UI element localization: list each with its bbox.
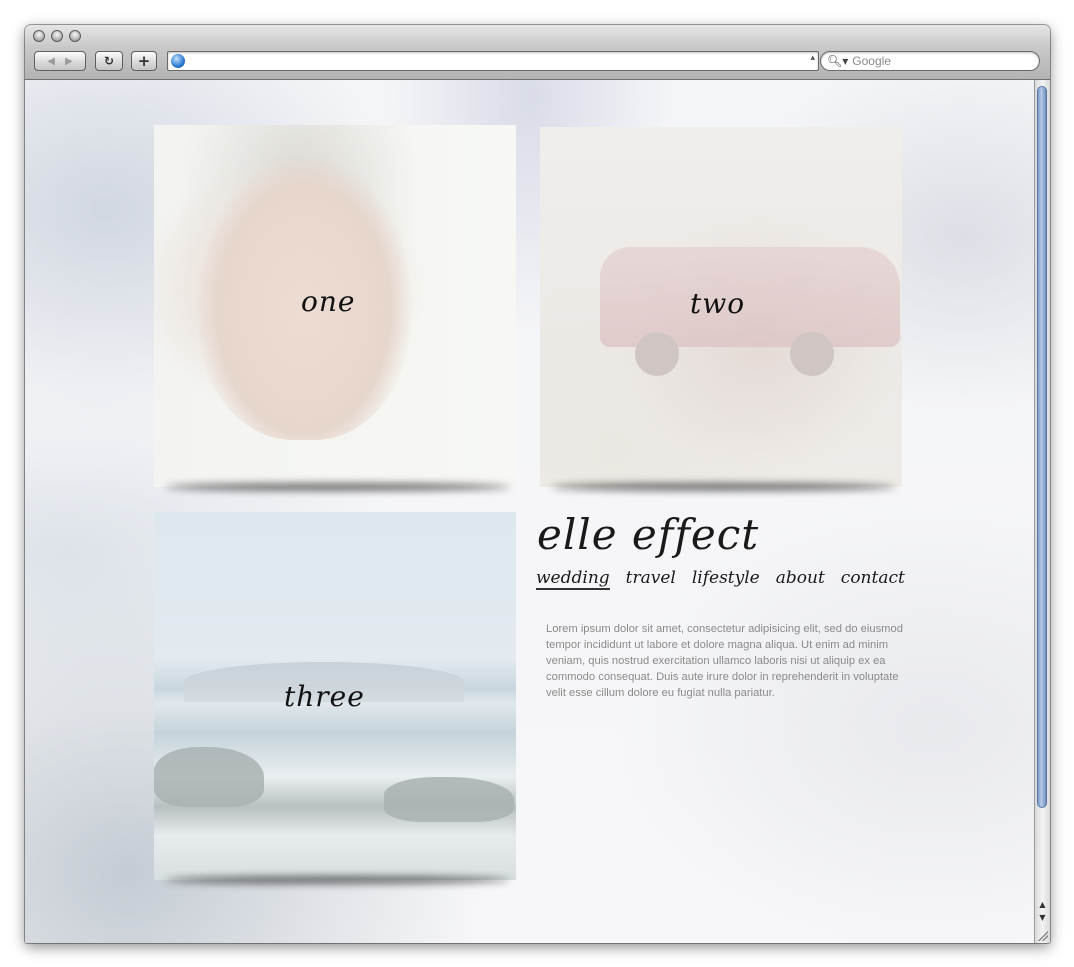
- search-icon[interactable]: 🔍︎▾: [827, 54, 848, 68]
- add-bookmark-button[interactable]: +: [131, 51, 157, 71]
- browser-toolbar: ◀ ▶ ↻ + ▴ 🔍︎▾ Google: [25, 25, 1050, 80]
- rock-shape: [154, 747, 264, 807]
- intro-paragraph: Lorem ipsum dolor sit amet, consectetur …: [546, 623, 903, 700]
- scroll-thumb[interactable]: [1037, 86, 1047, 808]
- car-wheel: [635, 332, 679, 376]
- back-arrow-icon[interactable]: ◀: [47, 56, 55, 67]
- nav-wedding[interactable]: wedding: [536, 568, 610, 590]
- minimize-window-button[interactable]: [51, 30, 63, 42]
- nav-contact[interactable]: contact: [841, 568, 905, 590]
- rock-shape: [384, 777, 514, 822]
- reload-button[interactable]: ↻: [95, 51, 123, 71]
- back-forward-buttons[interactable]: ◀ ▶: [34, 51, 86, 71]
- vertical-scrollbar[interactable]: ▲ ▼: [1034, 80, 1050, 943]
- car-photo: [600, 247, 900, 347]
- zoom-window-button[interactable]: [69, 30, 81, 42]
- tile-label-two: two: [690, 287, 746, 320]
- tile-label-three: three: [284, 680, 365, 713]
- search-placeholder[interactable]: Google: [852, 54, 891, 68]
- tile-label-one: one: [301, 285, 356, 318]
- globe-icon: [171, 54, 185, 68]
- site-logo[interactable]: elle effect: [537, 510, 759, 559]
- forward-arrow-icon[interactable]: ▶: [65, 56, 73, 67]
- search-field[interactable]: 🔍︎▾ Google: [820, 51, 1040, 71]
- resize-grip-icon[interactable]: [1038, 931, 1048, 941]
- page-viewport: one two three elle effect wedding travel…: [25, 80, 1034, 943]
- nav-travel[interactable]: travel: [626, 568, 676, 590]
- add-bookmark-icon: +: [137, 52, 151, 70]
- scroll-up-icon[interactable]: ▲: [1036, 898, 1049, 910]
- car-wheel: [790, 332, 834, 376]
- address-bar[interactable]: ▴: [167, 51, 819, 71]
- reload-icon: ↻: [103, 54, 115, 68]
- close-window-button[interactable]: [33, 30, 45, 42]
- gallery-tile-two[interactable]: two: [540, 127, 902, 487]
- gallery-tile-one[interactable]: one: [154, 125, 516, 487]
- tile-shadow: [551, 483, 896, 491]
- scroll-down-icon[interactable]: ▼: [1036, 911, 1049, 923]
- browser-window: ◀ ▶ ↻ + ▴ 🔍︎▾ Google one two three elle …: [25, 25, 1050, 943]
- address-dropdown-icon[interactable]: ▴: [810, 53, 815, 63]
- gallery-tile-three[interactable]: three: [154, 512, 516, 880]
- nav-about[interactable]: about: [776, 568, 825, 590]
- nav-lifestyle[interactable]: lifestyle: [692, 568, 760, 590]
- main-nav: wedding travel lifestyle about contact: [536, 568, 905, 590]
- tile-shadow: [165, 483, 510, 491]
- tile-shadow: [165, 876, 510, 884]
